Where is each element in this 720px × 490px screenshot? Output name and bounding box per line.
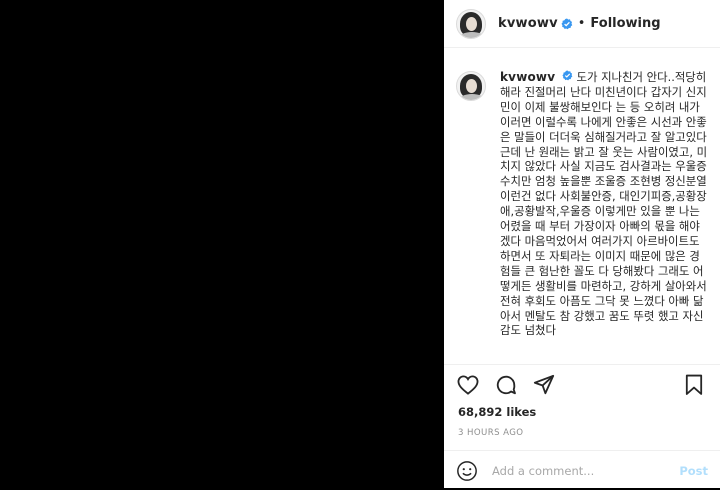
emoji-icon[interactable] <box>456 460 478 482</box>
caption-text: 도가 지나친거 안다..적당히 해라 진절머리 난다 미친년이다 갑자기 신지민… <box>500 70 708 338</box>
header-separator: • <box>577 16 586 31</box>
comments-area[interactable]: kvwowv 도가 지나친거 안다..적당히 해라 진절머리 난다 미친년이다 … <box>444 48 720 364</box>
header-username[interactable]: kvwowv <box>498 16 558 31</box>
bookmark-icon[interactable] <box>682 373 706 397</box>
following-button[interactable]: Following <box>590 16 660 31</box>
verified-badge-icon <box>562 70 573 81</box>
heart-icon[interactable] <box>456 373 480 397</box>
caption-username[interactable]: kvwowv <box>500 70 555 84</box>
add-comment-bar: Post <box>444 450 720 490</box>
post-side-panel: kvwowv • Following kvwowv 도가 지나친거 안다..적당… <box>444 0 720 488</box>
caption-avatar[interactable] <box>456 71 486 101</box>
post-button[interactable]: Post <box>679 464 708 478</box>
post-image-area <box>0 0 444 488</box>
action-icons-row <box>444 365 720 405</box>
actions-section: 68,892 likes 3 HOURS AGO Post <box>444 364 720 489</box>
caption-comment: kvwowv 도가 지나친거 안다..적당히 해라 진절머리 난다 미친년이다 … <box>444 48 720 338</box>
share-icon[interactable] <box>532 373 556 397</box>
comment-input[interactable] <box>490 462 680 479</box>
comment-icon[interactable] <box>494 373 518 397</box>
likes-count[interactable]: 68,892 likes <box>444 405 720 419</box>
post-header: kvwowv • Following <box>444 0 720 48</box>
header-avatar[interactable] <box>456 8 486 39</box>
post-timestamp[interactable]: 3 HOURS AGO <box>444 428 720 438</box>
caption-body: kvwowv 도가 지나친거 안다..적당히 해라 진절머리 난다 미친년이다 … <box>500 70 708 338</box>
verified-badge-icon <box>561 18 573 30</box>
